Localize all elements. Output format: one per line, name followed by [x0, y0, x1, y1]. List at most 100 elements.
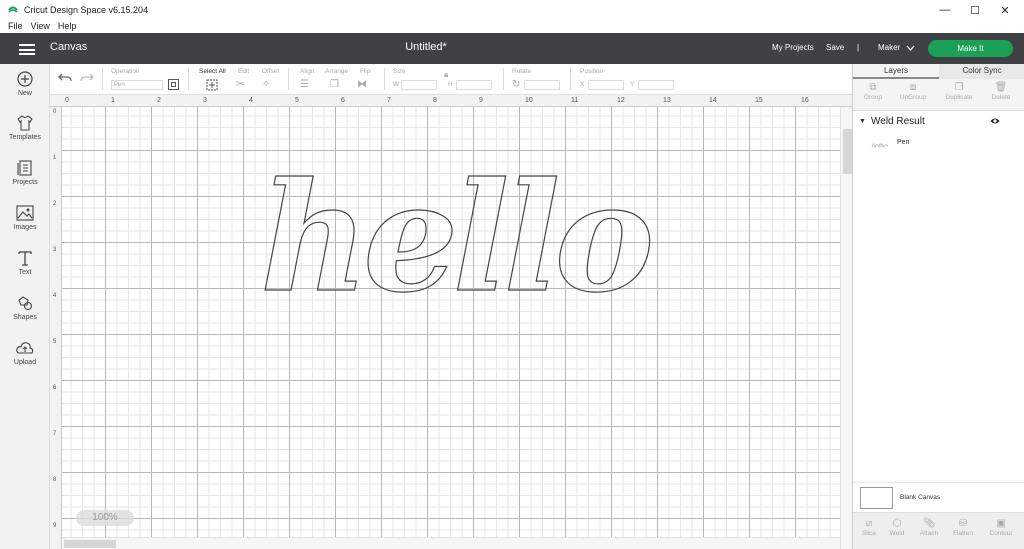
menu-view[interactable]: View	[31, 21, 50, 31]
close-button[interactable]: ✕	[990, 0, 1020, 20]
design-canvas[interactable]: 0 1 2 3 4 5 6 7 8 9 10 11 12 13 14 15 16 0123456789 hell…	[50, 95, 853, 549]
flip-icon[interactable]: ⧓	[357, 79, 367, 90]
tab-color-sync[interactable]: Color Sync	[939, 64, 1024, 79]
operation-select[interactable]: Pen	[111, 80, 163, 90]
attach-button[interactable]: 📎︎ Attach	[913, 517, 945, 537]
hello-text-outline: hello	[260, 150, 650, 315]
rotate-label: Rotate	[512, 68, 532, 75]
vertical-scroll-thumb[interactable]	[843, 129, 852, 174]
horizontal-ruler: 0 1 2 3 4 5 6 7 8 9 10 11 12 13 14 15 16	[50, 95, 853, 107]
contour-label: Contour	[989, 530, 1013, 537]
zoom-level: 100%	[92, 512, 118, 523]
left-sidebar: New Templates Projects Images Text Shape…	[0, 64, 50, 549]
menu-help[interactable]: Help	[58, 21, 77, 31]
layer-group-name: Weld Result	[871, 116, 925, 127]
w-label: W	[393, 81, 400, 88]
sidebar-item-text[interactable]: Text	[0, 249, 50, 276]
hello-design[interactable]: hello	[250, 145, 660, 315]
sidebar-label-upload: Upload	[13, 359, 37, 366]
weld-button[interactable]: ⬡ Weld	[881, 517, 913, 537]
slice-label: Slice	[861, 530, 877, 537]
ruler-left-label: 5	[53, 339, 57, 345]
chevron-down-icon[interactable]	[906, 45, 915, 51]
layer-group-weld-result[interactable]: ▼ Weld Result	[853, 114, 1024, 130]
my-projects-link[interactable]: My Projects	[772, 43, 814, 52]
ruler-top-label: 7	[387, 97, 391, 104]
app-window: Cricut Design Space v6.15.204 — ☐ ✕ File…	[0, 0, 1024, 549]
horizontal-scroll-thumb[interactable]	[64, 540, 116, 548]
select-all-icon[interactable]	[206, 79, 218, 91]
rotate-icon[interactable]: ↻	[512, 79, 520, 90]
app-header: Canvas Untitled* My Projects Save | Make…	[0, 33, 1024, 64]
trash-icon: 🗑︎	[994, 82, 1008, 93]
weld-icon: ⬡	[892, 518, 902, 529]
horizontal-scrollbar[interactable]	[62, 537, 840, 549]
make-it-button[interactable]: Make It	[928, 40, 1013, 57]
sidebar-item-upload[interactable]: Upload	[0, 339, 50, 366]
projects-icon	[17, 160, 32, 176]
sidebar-item-projects[interactable]: Projects	[0, 159, 50, 186]
rotate-input[interactable]	[524, 80, 560, 90]
group-label: Group	[863, 94, 883, 101]
duplicate-label: Duplicate	[945, 94, 973, 101]
group-button[interactable]: ⧉ Group	[853, 82, 893, 101]
sidebar-item-shapes[interactable]: Shapes	[0, 294, 50, 321]
ruler-left-label: 8	[53, 477, 57, 483]
ruler-left-label: 0	[53, 109, 57, 115]
tshirt-icon	[17, 115, 33, 131]
window-title: Cricut Design Space v6.15.204	[24, 5, 149, 15]
maximize-button[interactable]: ☐	[960, 0, 990, 20]
undo-icon[interactable]	[58, 72, 72, 84]
flatten-button[interactable]: ⛁ Flatten	[947, 517, 979, 537]
ungroup-button[interactable]: ⧈ UnGroup	[893, 82, 933, 101]
ruler-top-label: 5	[295, 97, 299, 104]
sidebar-item-images[interactable]: Images	[0, 204, 50, 231]
duplicate-button[interactable]: ❐ Duplicate	[939, 82, 979, 101]
align-icon[interactable]: ☰	[300, 79, 309, 90]
menu-file[interactable]: File	[8, 21, 23, 31]
minimize-button[interactable]: —	[930, 0, 960, 20]
position-x-input[interactable]	[588, 80, 624, 90]
ruler-left-label: 9	[53, 523, 57, 529]
redo-icon[interactable]	[80, 72, 94, 84]
ruler-left-label: 7	[53, 431, 57, 437]
canvas-color-swatch[interactable]	[860, 487, 893, 509]
collapse-triangle-icon[interactable]: ▼	[859, 118, 866, 125]
ruler-left-label: 1	[53, 155, 57, 161]
ruler-top-label: 15	[755, 97, 763, 104]
flatten-icon: ⛁	[958, 518, 968, 529]
lock-icon[interactable]: 🔒︎	[444, 70, 448, 80]
ruler-top-label: 8	[433, 97, 437, 104]
machine-select[interactable]: Maker	[878, 43, 900, 52]
pen-color-swatch[interactable]	[168, 79, 179, 90]
height-input[interactable]	[456, 80, 492, 90]
select-all-button[interactable]: Select All	[199, 68, 226, 75]
offset-icon[interactable]: ✧	[262, 79, 270, 90]
width-input[interactable]	[401, 80, 437, 90]
scissors-icon[interactable]: ✂	[236, 79, 244, 90]
eye-icon[interactable]	[990, 116, 1000, 126]
ungroup-label: UnGroup	[899, 94, 927, 101]
ruler-top-label: 3	[203, 97, 207, 104]
vertical-ruler: 0 1 2 3 4 5 6 7 8 9	[50, 107, 62, 549]
align-label: Align	[300, 68, 315, 75]
ruler-top-label: 11	[571, 97, 579, 104]
save-button[interactable]: Save	[826, 43, 844, 52]
blank-canvas-label: Blank Canvas	[900, 494, 941, 501]
contour-icon: ▣	[996, 518, 1006, 529]
zoom-control[interactable]: 100%	[76, 510, 134, 526]
ruler-top-label: 2	[157, 97, 161, 104]
tab-layers[interactable]: Layers	[853, 64, 939, 79]
blank-canvas-row[interactable]: Blank Canvas	[853, 482, 1024, 512]
contour-button[interactable]: ▣ Contour	[985, 517, 1017, 537]
position-y-input[interactable]	[638, 80, 674, 90]
sidebar-label-shapes: Shapes	[13, 314, 37, 321]
sidebar-item-templates[interactable]: Templates	[0, 114, 50, 141]
y-label: Y	[630, 81, 635, 88]
ruler-top-label: 14	[709, 97, 717, 104]
delete-button[interactable]: 🗑︎ Delete	[981, 82, 1021, 101]
layer-item-pen[interactable]: Pen	[871, 138, 1021, 150]
attach-label: Attach	[919, 530, 939, 537]
sidebar-item-new[interactable]: New	[0, 70, 50, 97]
arrange-icon[interactable]: ❐	[330, 79, 339, 90]
